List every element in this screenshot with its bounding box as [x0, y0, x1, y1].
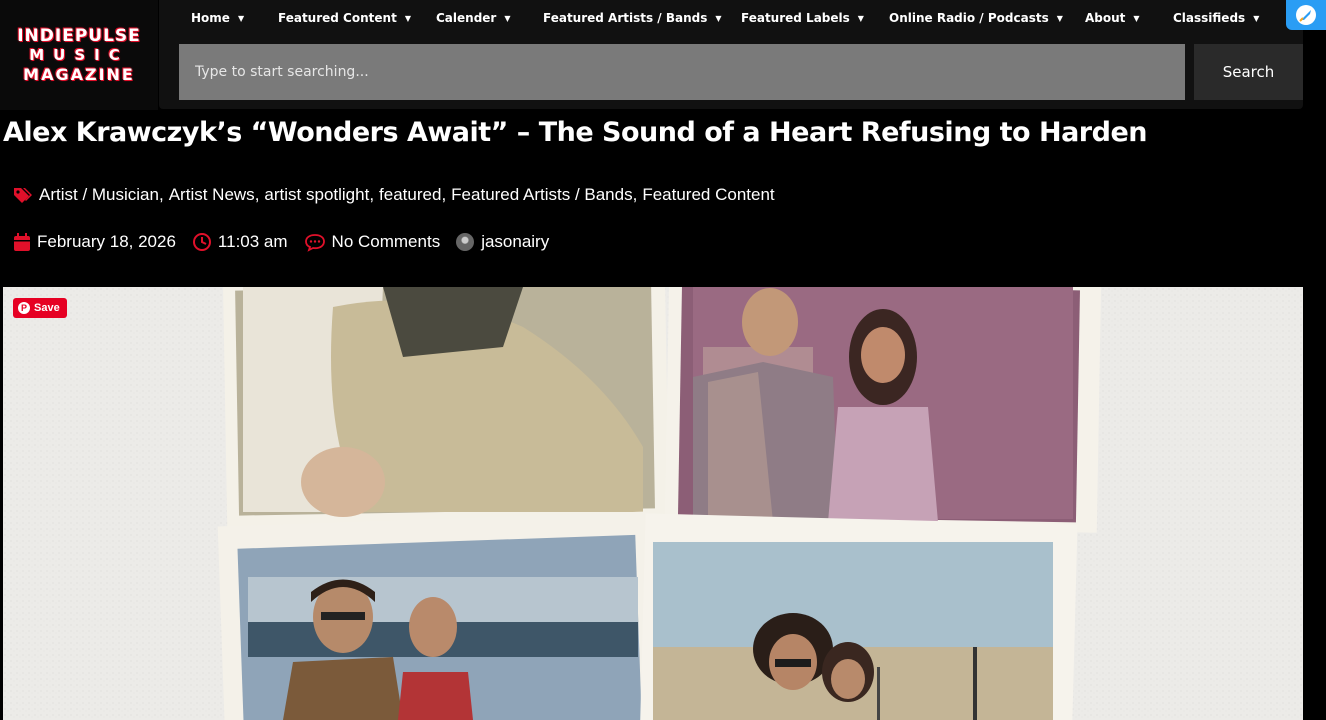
logo-text-line1: INDIEPULSE — [17, 25, 141, 46]
rocket-icon — [1296, 5, 1316, 25]
browser-extension-button[interactable] — [1286, 0, 1326, 30]
post-time-text: 11:03 am — [217, 232, 288, 251]
logo-text-line3: MAGAZINE — [23, 64, 135, 84]
chevron-down-icon: ▼ — [857, 13, 864, 23]
tag-link[interactable]: artist spotlight — [264, 185, 369, 204]
nav-item-home[interactable]: Home ▼ — [191, 11, 244, 25]
article-tags: Artist / Musician, Artist News, artist spo… — [13, 185, 775, 205]
nav-item-featured-content[interactable]: Featured Content ▼ — [278, 11, 411, 25]
nav-item-label: Featured Artists / Bands — [543, 11, 708, 25]
post-comments[interactable]: No Comments — [304, 232, 441, 252]
nav-item-featured-artists-bands[interactable]: Featured Artists / Bands ▼ — [543, 11, 722, 25]
calendar-icon — [14, 233, 30, 251]
post-time: 11:03 am — [192, 232, 288, 252]
nav-item-label: Home — [191, 11, 230, 25]
article-meta: February 18, 2026 11:03 am No Comments j… — [13, 232, 565, 252]
search-input[interactable] — [179, 44, 1185, 100]
tag-separator: , — [369, 185, 375, 204]
post-comments-text: No Comments — [331, 232, 441, 251]
pinterest-icon: P — [18, 302, 30, 314]
chevron-down-icon: ▼ — [1253, 13, 1260, 23]
nav-item-classifieds[interactable]: Classifieds ▼ — [1173, 11, 1259, 25]
nav-item-label: Featured Content — [278, 11, 397, 25]
post-date[interactable]: February 18, 2026 — [13, 232, 176, 252]
nav-item-calender[interactable]: Calender ▼ — [436, 11, 511, 25]
article-title: Alex Krawczyk’s “Wonders Await” – The So… — [3, 117, 1148, 148]
tag-separator: , — [632, 185, 638, 204]
tag-link[interactable]: Featured Artists / Bands — [451, 185, 632, 204]
nav-item-online-radio-podcasts[interactable]: Online Radio / Podcasts ▼ — [889, 11, 1063, 25]
tag-separator: , — [441, 185, 447, 204]
tag-link[interactable]: featured — [379, 185, 441, 204]
post-author-text: jasonairy — [481, 232, 550, 251]
logo-text-line2: MUSIC — [29, 45, 129, 64]
chevron-down-icon: ▼ — [237, 13, 245, 23]
tag-link[interactable]: Featured Content — [642, 185, 774, 204]
tag-link[interactable]: Artist / Musician — [39, 185, 159, 204]
nav-item-label: Online Radio / Podcasts — [889, 11, 1049, 25]
pinterest-save-label: Save — [34, 302, 60, 314]
author-avatar — [456, 233, 475, 251]
nav-item-label: Featured Labels — [741, 11, 850, 25]
vintage-photo-collage — [3, 287, 1303, 720]
featured-image — [3, 287, 1303, 720]
chevron-down-icon: ▼ — [715, 13, 722, 23]
nav-item-label: Calender — [436, 11, 497, 25]
site-logo[interactable]: INDIEPULSE MUSIC MAGAZINE — [0, 0, 158, 110]
post-date-text: February 18, 2026 — [37, 232, 176, 251]
tag-separator: , — [158, 185, 164, 204]
tag-link[interactable]: Artist News — [169, 185, 255, 204]
pinterest-save-button[interactable]: P Save — [13, 298, 67, 318]
nav-item-about[interactable]: About ▼ — [1085, 11, 1140, 25]
search-button[interactable]: Search — [1194, 44, 1303, 100]
nav-item-label: About — [1085, 11, 1126, 25]
tag-separator: , — [254, 185, 260, 204]
tags-icon — [14, 188, 32, 203]
clock-icon — [192, 233, 211, 251]
chevron-down-icon: ▼ — [1133, 13, 1140, 23]
post-author[interactable]: jasonairy — [456, 232, 549, 252]
chevron-down-icon: ▼ — [1056, 13, 1063, 23]
nav-item-label: Classifieds — [1173, 11, 1246, 25]
chevron-down-icon: ▼ — [504, 13, 511, 23]
comment-icon — [304, 234, 325, 252]
nav-item-featured-labels[interactable]: Featured Labels ▼ — [741, 11, 864, 25]
chevron-down-icon: ▼ — [404, 13, 411, 23]
